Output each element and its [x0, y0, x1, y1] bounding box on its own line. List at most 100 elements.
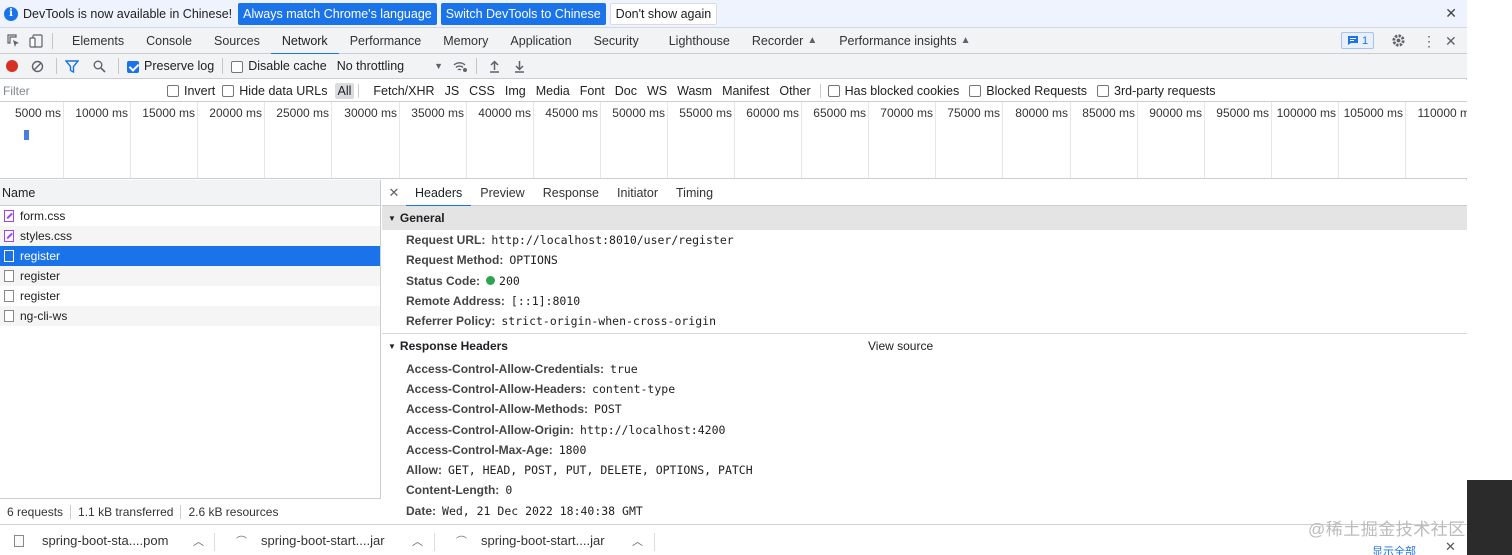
- toolbar-divider: [52, 32, 53, 49]
- has-blocked-cookies-checkbox[interactable]: Has blocked cookies: [827, 83, 960, 98]
- close-details-icon[interactable]: ✕: [382, 185, 406, 201]
- stylesheet-file-icon: [4, 230, 14, 242]
- has-blocked-cookies-label: Has blocked cookies: [844, 83, 960, 98]
- hide-data-urls-checkbox[interactable]: Hide data URLs: [222, 84, 328, 98]
- chevron-up-icon[interactable]: ︿: [412, 533, 423, 549]
- download-item[interactable]: ⌒ spring-boot-start....jar: [456, 525, 605, 555]
- tab-recorder-label: Recorder: [751, 33, 804, 48]
- timeline-gridline: [1405, 102, 1406, 178]
- header-value: true: [610, 361, 638, 376]
- type-filter-js[interactable]: JS: [442, 83, 463, 99]
- type-filter-ws[interactable]: WS: [644, 83, 670, 99]
- background-window-dark-area: [1467, 480, 1512, 555]
- export-har-icon[interactable]: [514, 60, 525, 73]
- preserve-log-checkbox[interactable]: Preserve log: [127, 59, 214, 73]
- always-match-language-button[interactable]: Always match Chrome's language: [238, 2, 437, 25]
- timeline-tick-label: 70000 ms: [880, 106, 933, 120]
- dont-show-again-button[interactable]: Don't show again: [609, 2, 718, 25]
- download-filename: spring-boot-sta....pom: [42, 533, 169, 548]
- more-options-icon[interactable]: ⋮: [1422, 33, 1436, 50]
- clear-icon[interactable]: [31, 60, 44, 73]
- request-row[interactable]: register: [0, 246, 380, 266]
- download-item[interactable]: spring-boot-sta....pom: [14, 525, 168, 555]
- device-toolbar-icon[interactable]: [28, 33, 44, 49]
- filter-funnel-icon[interactable]: [65, 59, 79, 73]
- tab-network[interactable]: Network: [270, 28, 339, 55]
- request-name: register: [20, 249, 61, 263]
- tab-performance-insights[interactable]: Performance insights ▲: [828, 28, 981, 54]
- type-filter-css[interactable]: CSS: [466, 83, 498, 99]
- type-filter-fetch-xhr[interactable]: Fetch/XHR: [370, 83, 437, 99]
- search-icon[interactable]: [93, 60, 106, 73]
- chevron-up-icon[interactable]: ︿: [193, 533, 204, 549]
- request-row[interactable]: register: [0, 266, 380, 286]
- tab-sources[interactable]: Sources: [203, 28, 271, 54]
- throttling-select[interactable]: No throttling ▼: [337, 59, 443, 73]
- download-item[interactable]: ⌒ spring-boot-start....jar: [236, 525, 385, 555]
- column-header-name[interactable]: Name: [0, 180, 380, 206]
- disable-cache-label: Disable cache: [248, 59, 327, 73]
- chevron-up-icon[interactable]: ︿: [632, 533, 643, 549]
- header-row: Access-Control-Allow-Origin: http://local…: [382, 419, 1467, 439]
- close-devtools-icon[interactable]: ✕: [1445, 33, 1457, 50]
- tab-application[interactable]: Application: [499, 28, 582, 54]
- download-shelf: spring-boot-sta....pom ︿ ⌒ spring-boot-st…: [0, 524, 1467, 555]
- tab-elements[interactable]: Elements: [61, 28, 135, 54]
- tab-memory[interactable]: Memory: [432, 28, 499, 54]
- tab-security[interactable]: Security: [583, 28, 650, 54]
- request-row[interactable]: ng-cli-ws: [0, 306, 380, 326]
- infobar-close-icon[interactable]: ✕: [1445, 5, 1457, 22]
- transferred-size: 1.1 kB transferred: [78, 504, 174, 519]
- network-conditions-icon[interactable]: [453, 60, 468, 73]
- tab-recorder[interactable]: Recorder ▲: [741, 28, 828, 54]
- details-tab-initiator[interactable]: Initiator: [608, 180, 667, 206]
- issues-badge[interactable]: 1: [1341, 32, 1375, 49]
- request-row[interactable]: styles.css: [0, 226, 380, 246]
- experiment-icon: ▲: [807, 35, 818, 46]
- document-file-icon: [4, 250, 14, 262]
- filter-input[interactable]: Filter: [0, 81, 160, 101]
- third-party-requests-checkbox[interactable]: 3rd-party requests: [1097, 84, 1215, 98]
- type-filter-img[interactable]: Img: [502, 83, 529, 99]
- timeline-overview[interactable]: 5000 ms 10000 ms 15000 ms 20000 ms 25000 ms 3…: [0, 102, 1467, 179]
- import-har-icon[interactable]: [489, 59, 500, 73]
- record-button[interactable]: [6, 60, 18, 72]
- disable-cache-checkbox[interactable]: Disable cache: [231, 59, 327, 73]
- settings-gear-icon[interactable]: [1391, 33, 1406, 51]
- details-tab-response[interactable]: Response: [534, 180, 608, 206]
- issues-count: 1: [1362, 34, 1369, 47]
- tab-performance[interactable]: Performance: [339, 28, 433, 54]
- filter-divider: [358, 83, 360, 98]
- request-row[interactable]: register: [0, 286, 380, 306]
- response-headers-section-header[interactable]: ▼ Response Headers View source: [382, 334, 1467, 358]
- invert-checkbox[interactable]: Invert: [167, 84, 215, 98]
- type-filter-manifest[interactable]: Manifest: [719, 83, 772, 99]
- header-name: Access-Control-Allow-Headers:: [406, 381, 587, 396]
- type-filter-font[interactable]: Font: [577, 83, 608, 99]
- inspect-element-icon[interactable]: [6, 33, 22, 49]
- type-filter-doc[interactable]: Doc: [612, 83, 640, 99]
- tab-console[interactable]: Console: [135, 28, 203, 54]
- switch-to-chinese-button[interactable]: Switch DevTools to Chinese: [440, 2, 606, 25]
- stylesheet-file-icon: [4, 210, 14, 222]
- type-filter-all[interactable]: All: [334, 82, 355, 99]
- details-tab-preview[interactable]: Preview: [471, 180, 533, 206]
- general-section-title: General: [399, 211, 445, 225]
- view-source-link[interactable]: View source: [868, 339, 933, 353]
- type-filter-media[interactable]: Media: [533, 83, 573, 99]
- details-tab-headers[interactable]: Headers: [406, 180, 472, 207]
- blocked-requests-checkbox[interactable]: Blocked Requests: [969, 84, 1087, 98]
- header-value: Wed, 21 Dec 2022 18:40:38 GMT: [442, 503, 643, 518]
- request-row[interactable]: form.css: [0, 206, 380, 226]
- close-download-shelf-icon[interactable]: ✕: [1445, 539, 1456, 555]
- tab-lighthouse[interactable]: Lighthouse: [658, 28, 741, 54]
- type-filter-wasm[interactable]: Wasm: [674, 83, 715, 99]
- triangle-down-icon: ▼: [388, 341, 396, 351]
- show-all-downloads-link[interactable]: 显示全部: [1372, 543, 1416, 555]
- details-tab-timing[interactable]: Timing: [667, 180, 722, 206]
- type-filter-other[interactable]: Other: [776, 83, 813, 99]
- general-section-header[interactable]: ▼ General: [382, 206, 1467, 230]
- filter-bar: Filter Invert Hide data URLs All Fetch/XH…: [0, 80, 1467, 102]
- header-value: OPTIONS: [509, 253, 558, 268]
- header-name: Access-Control-Allow-Methods:: [406, 402, 589, 417]
